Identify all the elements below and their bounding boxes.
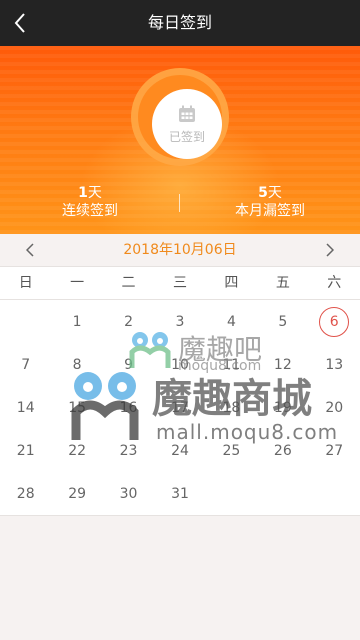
calendar-day — [309, 472, 360, 515]
calendar-week: 1 2 3 4 5 6 — [0, 300, 360, 343]
chevron-right-icon — [326, 243, 334, 257]
calendar-day[interactable]: 21 — [0, 429, 51, 472]
calendar-day — [0, 300, 51, 343]
calendar-day[interactable]: 16 — [103, 386, 154, 429]
weekday-mon: 一 — [70, 275, 85, 291]
next-month-button[interactable] — [310, 234, 350, 266]
calendar-day[interactable]: 7 — [0, 343, 51, 386]
calendar-day[interactable]: 11 — [206, 343, 257, 386]
sign-in-ring-inner: 已签到 — [138, 75, 222, 159]
calendar-week: 21 22 23 24 25 26 27 — [0, 429, 360, 472]
today-marker: 6 — [319, 306, 350, 337]
calendar-day[interactable]: 27 — [309, 429, 360, 472]
calendar-week: 28 29 30 31 — [0, 472, 360, 515]
calendar-day[interactable]: 20 — [309, 386, 360, 429]
calendar-day[interactable]: 25 — [206, 429, 257, 472]
sign-in-status: 已签到 — [168, 129, 205, 144]
calendar-day[interactable]: 8 — [51, 343, 102, 386]
calendar-day[interactable]: 18 — [206, 386, 257, 429]
sign-in-stats: 1天 连续签到 5天 本月漏签到 — [0, 184, 360, 224]
sign-in-button[interactable]: 已签到 — [152, 89, 222, 159]
calendar-day[interactable]: 10 — [154, 343, 205, 386]
calendar-day[interactable]: 14 — [0, 386, 51, 429]
calendar-icon — [179, 105, 195, 122]
calendar-day[interactable]: 2 — [103, 300, 154, 343]
calendar-day[interactable]: 30 — [103, 472, 154, 515]
current-date: 2018年10月06日 — [123, 242, 237, 258]
weekday-sun: 日 — [18, 275, 33, 291]
sign-in-ring: 已签到 — [131, 68, 229, 166]
weekday-fri: 五 — [275, 275, 290, 291]
calendar-day[interactable]: 22 — [51, 429, 102, 472]
calendar-day[interactable]: 23 — [103, 429, 154, 472]
consecutive-days-unit: 天 — [87, 185, 102, 201]
calendar-grid: 1 2 3 4 5 6 7 8 9 10 11 12 13 14 15 16 1… — [0, 300, 360, 516]
calendar-header: 2018年10月06日 — [0, 234, 360, 266]
calendar-day[interactable]: 13 — [309, 343, 360, 386]
top-bar: 每日签到 — [0, 0, 360, 46]
calendar-day — [257, 472, 308, 515]
calendar-day[interactable]: 9 — [103, 343, 154, 386]
sign-in-banner: 已签到 1天 连续签到 5天 本月漏签到 — [0, 46, 360, 234]
calendar-day[interactable]: 31 — [154, 472, 205, 515]
calendar-day[interactable]: 12 — [257, 343, 308, 386]
calendar-week: 7 8 9 10 11 12 13 — [0, 343, 360, 386]
calendar-day[interactable]: 5 — [257, 300, 308, 343]
weekday-tue: 二 — [121, 275, 136, 291]
weekday-wed: 三 — [172, 275, 187, 291]
calendar-day[interactable]: 17 — [154, 386, 205, 429]
calendar-day[interactable]: 28 — [0, 472, 51, 515]
consecutive-days-value: 1 — [78, 185, 88, 201]
calendar-day — [206, 472, 257, 515]
calendar-day[interactable]: 4 — [206, 300, 257, 343]
missed-days-stat: 5天 本月漏签到 — [180, 184, 360, 220]
calendar-day[interactable]: 15 — [51, 386, 102, 429]
calendar-day[interactable]: 1 — [51, 300, 102, 343]
calendar-day[interactable]: 3 — [154, 300, 205, 343]
consecutive-days-stat: 1天 连续签到 — [0, 184, 180, 220]
calendar-day[interactable]: 24 — [154, 429, 205, 472]
page-title: 每日签到 — [147, 13, 212, 32]
missed-days-label: 本月漏签到 — [235, 203, 305, 219]
calendar-day-today[interactable]: 6 — [309, 300, 360, 343]
missed-days-unit: 天 — [267, 185, 282, 201]
calendar-day[interactable]: 29 — [51, 472, 102, 515]
missed-days-value: 5 — [258, 185, 268, 201]
calendar-day[interactable]: 26 — [257, 429, 308, 472]
calendar-day[interactable]: 19 — [257, 386, 308, 429]
calendar-week: 14 15 16 17 18 19 20 — [0, 386, 360, 429]
weekday-header: 日 一 二 三 四 五 六 — [0, 266, 360, 300]
weekday-thu: 四 — [224, 275, 239, 291]
weekday-sat: 六 — [327, 275, 342, 291]
consecutive-days-label: 连续签到 — [62, 203, 118, 219]
